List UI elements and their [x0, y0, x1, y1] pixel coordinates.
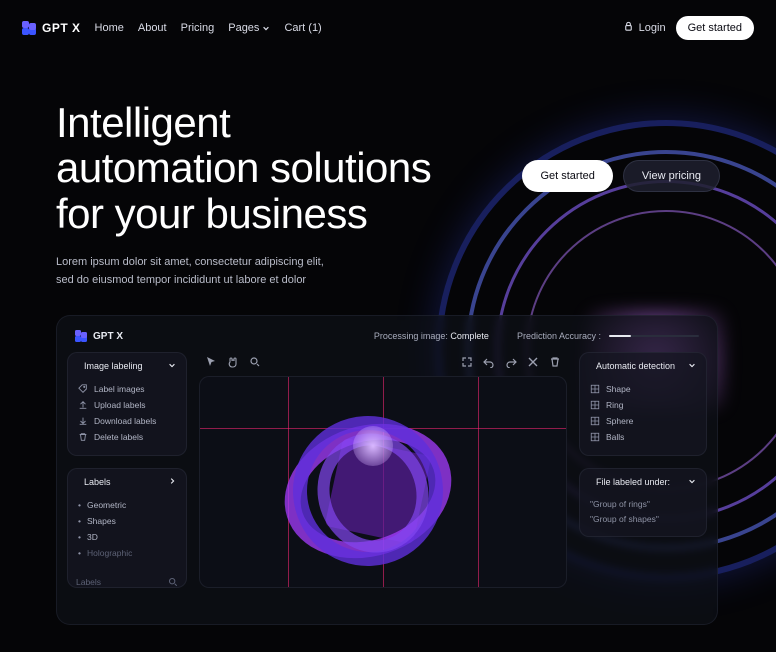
hero-headline-line3: for your business: [56, 190, 367, 237]
labels-search-input[interactable]: Labels: [76, 577, 101, 587]
labels-title: Labels: [84, 477, 111, 487]
detect-ring[interactable]: Ring: [590, 397, 696, 413]
grid-icon: [590, 400, 600, 410]
hero-view-pricing-button[interactable]: View pricing: [623, 160, 720, 192]
chevron-down-icon[interactable]: [168, 361, 176, 371]
grid-icon: [590, 416, 600, 426]
prediction-accuracy: Prediction Accuracy :: [517, 331, 699, 341]
delete-labels-item[interactable]: Delete labels: [78, 429, 176, 445]
download-labels-item[interactable]: Download labels: [78, 413, 176, 429]
hero-sub-line2: sed do eiusmod tempor incididunt ut labo…: [56, 274, 306, 286]
login-link[interactable]: Login: [623, 21, 666, 35]
hero-headline-line2: automation solutions: [56, 144, 431, 191]
nav-about[interactable]: About: [138, 22, 167, 34]
auto-detection-title: Automatic detection: [596, 361, 675, 371]
hero-sub-line1: Lorem ipsum dolor sit amet, consectetur …: [56, 256, 324, 268]
detect-sphere[interactable]: Sphere: [590, 413, 696, 429]
zoom-icon[interactable]: [249, 356, 261, 368]
dashboard-brand-name: GPT X: [93, 331, 123, 342]
hand-icon[interactable]: [227, 356, 239, 368]
dashboard-brand: GPT X: [75, 330, 123, 342]
upload-icon: [78, 400, 88, 410]
file-labeled-title: File labeled under:: [596, 477, 670, 487]
top-nav: GPT X Home About Pricing Pages Cart (1) …: [0, 0, 776, 56]
label-shapes[interactable]: •Shapes: [78, 513, 176, 529]
grid-line: [478, 377, 479, 587]
tag-icon: [78, 384, 88, 394]
delete-icon[interactable]: [549, 356, 561, 368]
pointer-icon[interactable]: [205, 356, 217, 368]
canvas-area: [199, 352, 567, 588]
upload-labels-item[interactable]: Upload labels: [78, 397, 176, 413]
grid-icon: [590, 432, 600, 442]
accuracy-label: Prediction Accuracy :: [517, 331, 601, 341]
nav-pages-label: Pages: [228, 22, 259, 34]
dashboard-header: GPT X Processing image: Complete Predict…: [57, 316, 717, 352]
detect-balls[interactable]: Balls: [590, 429, 696, 445]
labels-panel: Labels •Geometric •Shapes •3D •Holograph…: [67, 468, 187, 588]
nav-home[interactable]: Home: [95, 22, 124, 34]
auto-detection-panel: Automatic detection Shape Ring Sphere Ba…: [579, 352, 707, 456]
canvas-artwork: [273, 396, 463, 586]
status-value: Complete: [450, 331, 489, 341]
file-labeled-panel: File labeled under: "Group of rings" "Gr…: [579, 468, 707, 537]
image-labeling-panel: Image labeling Label images Upload label…: [67, 352, 187, 456]
redo-icon[interactable]: [505, 356, 517, 368]
dashboard-brand-icon: [75, 330, 87, 342]
grid-icon: [590, 384, 600, 394]
nav-pages[interactable]: Pages: [228, 22, 270, 34]
search-icon[interactable]: [168, 577, 178, 587]
image-labeling-title: Image labeling: [84, 361, 143, 371]
brand-mark-icon: [22, 21, 36, 35]
label-images-item[interactable]: Label images: [78, 381, 176, 397]
get-started-button[interactable]: Get started: [676, 16, 754, 40]
label-3d[interactable]: •3D: [78, 529, 176, 545]
hero-headline: Intelligent automation solutions for you…: [56, 100, 516, 236]
login-label: Login: [639, 22, 666, 34]
labeled-group-1: "Group of rings": [590, 497, 696, 511]
status-label: Processing image:: [374, 331, 448, 341]
chevron-down-icon[interactable]: [688, 361, 696, 371]
chevron-right-icon[interactable]: [168, 477, 176, 487]
download-icon: [78, 416, 88, 426]
label-holographic[interactable]: •Holographic: [78, 545, 176, 561]
hero-get-started-button[interactable]: Get started: [522, 160, 612, 192]
expand-icon[interactable]: [461, 356, 473, 368]
dashboard-window: GPT X Processing image: Complete Predict…: [56, 315, 718, 625]
canvas-toolbar: [199, 352, 567, 376]
nav-pricing[interactable]: Pricing: [181, 22, 215, 34]
labeled-group-2: "Group of shapes": [590, 512, 696, 526]
hero-headline-line1: Intelligent: [56, 99, 230, 146]
undo-icon[interactable]: [483, 356, 495, 368]
brand-name: GPT X: [42, 21, 81, 35]
chevron-down-icon[interactable]: [688, 477, 696, 487]
accuracy-bar: [609, 335, 699, 337]
label-geometric[interactable]: •Geometric: [78, 497, 176, 513]
chevron-down-icon: [262, 24, 270, 32]
trash-icon: [78, 432, 88, 442]
lock-icon: [623, 21, 634, 35]
brand-logo[interactable]: GPT X: [22, 21, 81, 35]
close-icon[interactable]: [527, 356, 539, 368]
processing-status: Processing image: Complete: [374, 331, 489, 341]
detect-shape[interactable]: Shape: [590, 381, 696, 397]
canvas[interactable]: [199, 376, 567, 588]
hero-subtext: Lorem ipsum dolor sit amet, consectetur …: [56, 254, 396, 289]
hero: Intelligent automation solutions for you…: [0, 56, 776, 289]
nav-cart[interactable]: Cart (1): [284, 22, 321, 34]
